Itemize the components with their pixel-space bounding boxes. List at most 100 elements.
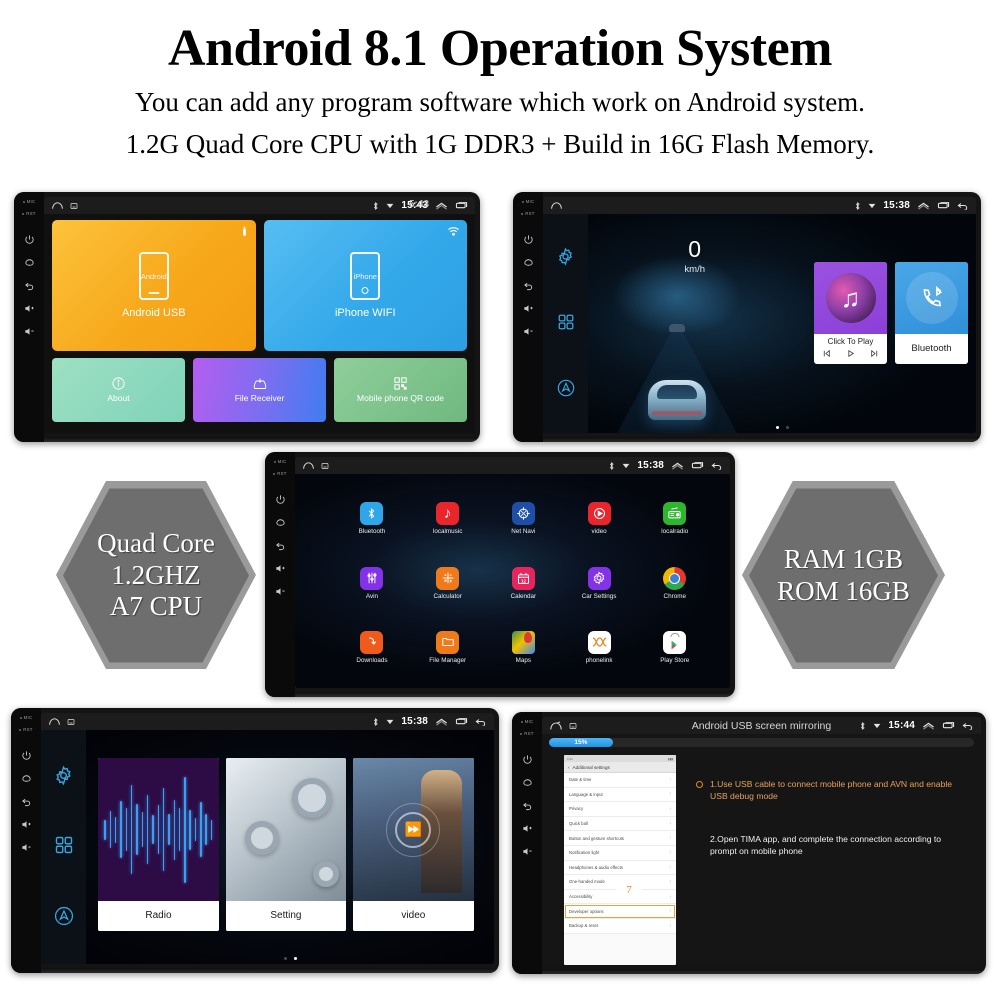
bluetooth-card[interactable]: Bluetooth	[895, 262, 968, 365]
app-downloads[interactable]: Downloads	[356, 630, 388, 664]
settings-gear-icon[interactable]	[53, 765, 74, 786]
chevron-up-icon[interactable]	[917, 201, 930, 210]
apps-grid-icon[interactable]	[557, 313, 575, 331]
app-bluetooth[interactable]: Bluetooth	[359, 502, 385, 535]
page-dot[interactable]	[293, 957, 297, 960]
volume-up-icon[interactable]	[19, 817, 33, 831]
app-net-navi[interactable]: Net Navi	[511, 502, 535, 535]
settings-row[interactable]: Privacy ›	[564, 802, 676, 817]
volume-up-icon[interactable]	[521, 301, 535, 315]
home-icon[interactable]	[521, 255, 535, 269]
app-chrome[interactable]: Chrome	[663, 566, 687, 600]
assistant-icon[interactable]	[556, 378, 576, 398]
app-play-store[interactable]: Play Store	[660, 630, 689, 664]
settings-row[interactable]: Date & time ›	[564, 773, 676, 788]
recents-icon[interactable]	[942, 721, 955, 730]
volume-up-icon[interactable]	[520, 821, 534, 835]
assistant-icon[interactable]	[53, 905, 75, 927]
app-maps[interactable]: Maps	[511, 630, 535, 664]
back-icon[interactable]	[273, 538, 287, 552]
back-icon[interactable]	[19, 794, 33, 808]
previous-icon[interactable]	[822, 349, 831, 358]
file-receiver-button[interactable]: File Receiver	[193, 358, 326, 422]
volume-down-icon[interactable]	[520, 844, 534, 858]
play-icon[interactable]	[846, 349, 855, 358]
about-button[interactable]: About	[52, 358, 185, 422]
app-avin[interactable]: Avin	[360, 566, 384, 600]
settings-row-developer-options[interactable]: Developer options ›	[564, 904, 676, 919]
recents-icon[interactable]	[455, 717, 468, 726]
chevron-up-icon[interactable]	[435, 717, 448, 726]
recents-icon[interactable]	[937, 201, 950, 210]
power-icon[interactable]	[22, 232, 36, 246]
settings-row[interactable]: Headphones & audio effects ›	[564, 860, 676, 876]
back-icon[interactable]	[475, 717, 487, 726]
page-dot[interactable]	[775, 426, 779, 429]
chevron-up-icon[interactable]	[435, 201, 448, 210]
android-usb-tile[interactable]: Android Android USB	[52, 220, 256, 352]
page-dot[interactable]	[785, 426, 789, 429]
apps-grid-icon[interactable]	[54, 835, 74, 855]
app-file-manager[interactable]: File Manager	[429, 630, 466, 664]
volume-up-icon[interactable]	[273, 561, 287, 575]
power-icon[interactable]	[520, 752, 534, 766]
screenshot-icon[interactable]	[321, 462, 329, 470]
app-phonelink[interactable]: phonelink	[586, 630, 613, 664]
volume-down-icon[interactable]	[19, 840, 33, 854]
app-localradio[interactable]: localradio	[661, 502, 688, 535]
volume-down-icon[interactable]	[521, 324, 535, 338]
recents-icon[interactable]	[455, 201, 468, 210]
back-icon[interactable]	[962, 721, 974, 730]
back-icon[interactable]	[22, 278, 36, 292]
home-icon[interactable]	[302, 461, 315, 470]
back-icon[interactable]	[521, 278, 535, 292]
power-icon[interactable]	[19, 748, 33, 762]
chevron-up-icon[interactable]	[671, 461, 684, 470]
back-icon[interactable]	[520, 798, 534, 812]
settings-row-label: Accessibility	[569, 894, 593, 900]
home-icon[interactable]	[549, 720, 563, 731]
home-icon[interactable]	[550, 201, 563, 210]
home-icon[interactable]	[51, 201, 64, 210]
chevron-up-icon[interactable]	[922, 721, 935, 730]
screenshot-icon[interactable]	[569, 722, 577, 730]
settings-row[interactable]: Backup & reset ›	[564, 918, 676, 934]
fast-forward-icon[interactable]: ⏩	[386, 802, 441, 857]
volume-up-icon[interactable]	[22, 301, 36, 315]
recents-icon[interactable]	[691, 461, 704, 470]
app-video[interactable]: video	[587, 502, 611, 535]
back-chevron-icon[interactable]: ‹	[568, 765, 570, 770]
app-calculator[interactable]: Calculator	[433, 566, 462, 600]
settings-row[interactable]: Button and gesture shortcuts ›	[564, 831, 676, 846]
back-icon[interactable]	[711, 461, 723, 470]
back-icon[interactable]	[957, 201, 969, 210]
setting-card[interactable]: Setting	[225, 758, 347, 932]
settings-row[interactable]: Notification light ›	[564, 845, 676, 861]
chevron-right-icon: ›	[669, 893, 671, 900]
screenshot-icon[interactable]	[70, 202, 78, 210]
app-localmusic[interactable]: ♪ localmusic	[433, 502, 462, 535]
radio-card[interactable]: Radio	[98, 758, 219, 932]
app-calendar[interactable]: 12 Calendar	[511, 566, 536, 600]
settings-row[interactable]: Quick ball ›	[564, 816, 676, 832]
home-icon[interactable]	[22, 255, 36, 269]
volume-down-icon[interactable]	[273, 584, 287, 598]
page-dot[interactable]	[283, 957, 287, 960]
power-icon[interactable]	[521, 232, 535, 246]
home-icon[interactable]	[48, 717, 61, 726]
volume-down-icon[interactable]	[22, 324, 36, 338]
home-icon[interactable]	[273, 515, 287, 529]
video-card[interactable]: ⏩ video	[353, 758, 474, 932]
qr-code-button[interactable]: Mobile phone QR code	[334, 358, 467, 422]
next-icon[interactable]	[870, 349, 879, 358]
iphone-wifi-label: iPhone WIFI	[334, 307, 396, 320]
power-icon[interactable]	[273, 492, 287, 506]
home-icon[interactable]	[520, 775, 534, 789]
music-card[interactable]: ♫ Click To Play	[814, 262, 887, 365]
settings-gear-icon[interactable]	[556, 247, 575, 266]
iphone-wifi-tile[interactable]: iPhone iPhone WIFI	[263, 220, 467, 352]
home-icon[interactable]	[19, 771, 33, 785]
settings-row[interactable]: Language & input ›	[564, 787, 676, 803]
screenshot-icon[interactable]	[67, 718, 75, 726]
app-car-settings[interactable]: Car Settings	[582, 566, 616, 600]
